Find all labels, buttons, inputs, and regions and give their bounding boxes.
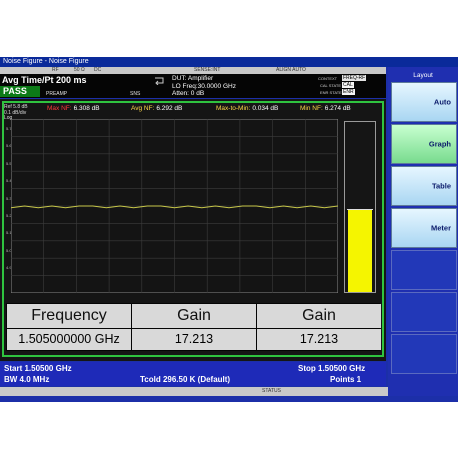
enr-value: ENR bbox=[342, 89, 355, 95]
dut-info: DUT: Amplifier LO Freq:30.0000 GHz Atten… bbox=[172, 75, 236, 98]
cal-tag: CAL STATE bbox=[320, 83, 342, 88]
context-value: FREQ-RF bbox=[342, 75, 367, 81]
max-to-min-value: 0.034 dB bbox=[252, 105, 279, 112]
table-cell-gain: 17.213 bbox=[132, 329, 256, 350]
min-nf-label: Min NF: bbox=[300, 105, 323, 112]
rf-indicator: RF bbox=[52, 67, 59, 73]
avg-nf-label: Avg NF: bbox=[131, 105, 155, 112]
table-cell-frequency: 1.505000000 GHz bbox=[7, 329, 131, 350]
empty-softkey bbox=[391, 250, 457, 290]
status-label: STATUS bbox=[262, 388, 281, 394]
status-header: Avg Time/Pt 200 ms PASS PREAMP SNS DUT: … bbox=[0, 74, 386, 98]
dut-label: DUT: Amplifier bbox=[172, 75, 214, 82]
measurement-panel: Ref 5.8 dB 0.1 dB/div Log Max NF: 6.308 d… bbox=[0, 99, 386, 361]
sense-indicator: SENSE:INT bbox=[194, 67, 221, 73]
auto-label: Auto bbox=[433, 97, 451, 107]
bandwidth: BW 4.0 MHz bbox=[4, 375, 50, 384]
top-strip: RF 50 Ω DC SENSE:INT ALIGN AUTO bbox=[0, 67, 386, 74]
max-nf-label: Max NF: bbox=[47, 105, 72, 112]
impedance-indicator: 50 Ω bbox=[74, 67, 85, 73]
return-icon bbox=[155, 77, 164, 85]
footer: Start 1.50500 GHz Stop 1.50500 GHz BW 4.… bbox=[0, 362, 386, 386]
max-nf-value: 6.308 dB bbox=[73, 105, 100, 112]
softkey-menu: Layout Auto Graph Table Meter bbox=[388, 67, 458, 396]
pass-badge: PASS bbox=[0, 86, 40, 97]
table-header-frequency: Frequency bbox=[7, 304, 131, 328]
avg-nf: Avg NF: 6.292 dB bbox=[131, 105, 182, 112]
context-tag: CONTEXT bbox=[318, 76, 338, 81]
atten: Atten: 0 dB bbox=[172, 90, 205, 97]
window-title: Noise Figure - Noise Figure bbox=[0, 57, 458, 67]
lo-freq: LO Freq:30.0000 GHz bbox=[172, 82, 236, 90]
layout-graph-button[interactable]: Graph bbox=[391, 124, 457, 164]
avg-nf-value: 6.292 dB bbox=[156, 105, 183, 112]
table-cell-gain: 17.213 bbox=[257, 329, 381, 350]
table-header-gain: Gain bbox=[257, 304, 381, 328]
empty-softkey bbox=[391, 334, 457, 374]
layout-meter-button[interactable]: Meter bbox=[391, 208, 457, 248]
avg-time: Avg Time/Pt 200 ms bbox=[2, 75, 87, 85]
start-freq: Start 1.50500 GHz bbox=[4, 364, 72, 373]
meter-label: Meter bbox=[430, 223, 451, 233]
align-indicator: ALIGN AUTO bbox=[276, 67, 306, 73]
min-nf: Min NF: 6.274 dB bbox=[300, 105, 351, 112]
empty-softkey bbox=[391, 292, 457, 332]
enr-tag: ENR STATE bbox=[320, 90, 342, 95]
table-header-gain: Gain bbox=[132, 304, 256, 328]
nf-trace-plot bbox=[11, 119, 338, 293]
layout-table-button[interactable]: Table bbox=[391, 166, 457, 206]
min-nf-value: 6.274 dB bbox=[324, 105, 351, 112]
max-to-min: Max-to-Min: 0.034 dB bbox=[216, 105, 278, 112]
meter-bar bbox=[348, 210, 372, 292]
table-label: Table bbox=[431, 181, 451, 191]
layout-auto-button[interactable]: Auto bbox=[391, 82, 457, 122]
cal-value: CAL bbox=[342, 82, 354, 88]
sns-label: SNS bbox=[130, 91, 141, 97]
max-nf: Max NF: 6.308 dB bbox=[47, 105, 100, 112]
tcold: Tcold 296.50 K (Default) bbox=[140, 375, 231, 384]
instrument-screen: Noise Figure - Noise Figure RF 50 Ω DC S… bbox=[0, 57, 458, 402]
preamp-label: PREAMP bbox=[46, 91, 68, 97]
coupling-indicator: DC bbox=[94, 67, 102, 73]
stop-freq: Stop 1.50500 GHz bbox=[298, 364, 366, 373]
max-to-min-label: Max-to-Min: bbox=[216, 105, 251, 112]
result-table: Frequency Gain Gain 1.505000000 GHz 17.2… bbox=[6, 303, 381, 351]
graph-label: Graph bbox=[428, 139, 451, 149]
points: Points 1 bbox=[330, 375, 362, 384]
menu-title: Layout bbox=[413, 72, 433, 79]
